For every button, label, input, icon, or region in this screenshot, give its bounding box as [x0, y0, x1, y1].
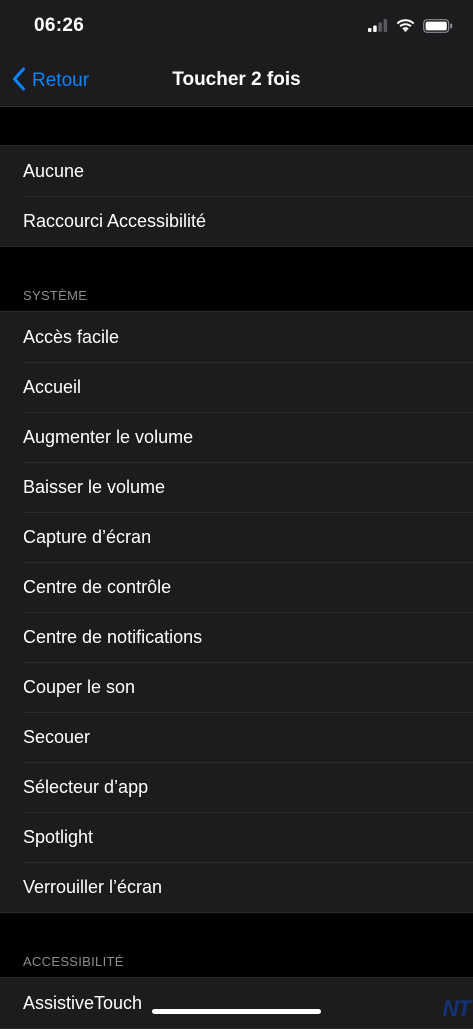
accessibilite-group: AssistiveTouch: [0, 977, 473, 1029]
section-title: ACCESSIBILITÉ: [23, 954, 124, 969]
option-secouer[interactable]: Secouer: [0, 712, 473, 762]
cellular-signal-icon: [368, 19, 388, 37]
options-group: Aucune Raccourci Accessibilité: [0, 145, 473, 247]
section-title: SYSTÈME: [23, 288, 88, 303]
systeme-group: Accès facile Accueil Augmenter le volume…: [0, 311, 473, 913]
wifi-icon: [396, 18, 415, 38]
option-label: Couper le son: [23, 676, 136, 697]
option-baisser-volume[interactable]: Baisser le volume: [0, 462, 473, 512]
status-icons: [368, 17, 453, 39]
page-title: Toucher 2 fois: [172, 69, 301, 90]
section-header-accessibilite: ACCESSIBILITÉ: [0, 913, 473, 977]
option-accueil[interactable]: Accueil: [0, 362, 473, 412]
option-acces-facile[interactable]: Accès facile: [0, 312, 473, 362]
option-label: Spotlight: [23, 826, 94, 847]
navigation-bar: Retour Toucher 2 fois: [0, 56, 473, 107]
option-spotlight[interactable]: Spotlight: [0, 812, 473, 862]
battery-icon: [423, 18, 453, 38]
option-label: Augmenter le volume: [23, 426, 194, 447]
option-capture-ecran[interactable]: Capture d’écran: [0, 512, 473, 562]
status-time: 06:26: [34, 15, 85, 36]
option-label: Capture d’écran: [23, 526, 152, 547]
option-label: Accès facile: [23, 326, 120, 347]
option-label: Raccourci Accessibilité: [23, 210, 207, 231]
option-label: Secouer: [23, 726, 91, 747]
option-couper-son[interactable]: Couper le son: [0, 662, 473, 712]
option-centre-notifications[interactable]: Centre de notifications: [0, 612, 473, 662]
option-label: Verrouiller l’écran: [23, 876, 163, 897]
home-indicator[interactable]: [152, 1009, 321, 1014]
option-centre-controle[interactable]: Centre de contrôle: [0, 562, 473, 612]
option-verrouiller-ecran[interactable]: Verrouiller l’écran: [0, 862, 473, 912]
option-selecteur-app[interactable]: Sélecteur d’app: [0, 762, 473, 812]
option-augmenter-volume[interactable]: Augmenter le volume: [0, 412, 473, 462]
option-aucune[interactable]: Aucune: [0, 146, 473, 196]
settings-list: Aucune Raccourci Accessibilité SYSTÈME A…: [0, 107, 473, 1029]
option-label: Centre de contrôle: [23, 576, 172, 597]
option-label: Centre de notifications: [23, 626, 203, 647]
option-label: Sélecteur d’app: [23, 776, 149, 797]
section-header-systeme: SYSTÈME: [0, 247, 473, 311]
option-label: Aucune: [23, 160, 85, 181]
watermark-logo: NT: [442, 996, 471, 1021]
option-raccourci-accessibilite[interactable]: Raccourci Accessibilité: [0, 196, 473, 246]
option-assistivetouch[interactable]: AssistiveTouch: [0, 978, 473, 1028]
option-label: AssistiveTouch: [23, 992, 143, 1013]
option-label: Accueil: [23, 376, 82, 397]
status-bar: 06:26: [0, 0, 473, 56]
option-label: Baisser le volume: [23, 476, 166, 497]
top-spacer: [0, 107, 473, 145]
